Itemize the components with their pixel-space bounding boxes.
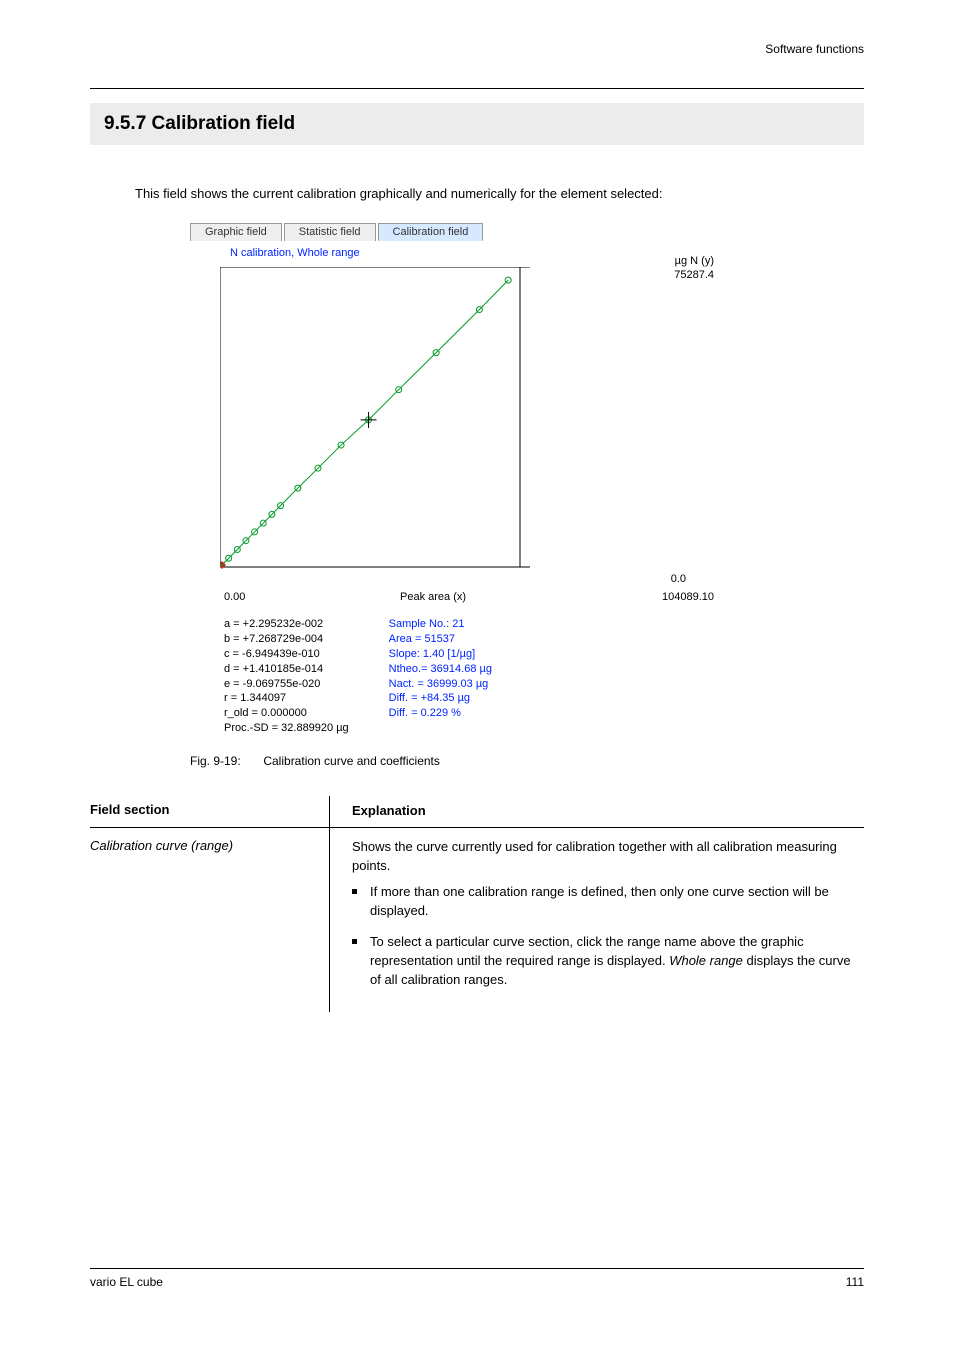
footer-right: 111 — [846, 1275, 864, 1289]
header-rule — [90, 88, 864, 89]
sample-diff-abs: Diff. = +84.35 µg — [389, 691, 492, 706]
sample-diff-pct: Diff. = 0.229 % — [389, 706, 492, 721]
coefficients-block: a = +2.295232e-002 b = +7.268729e-004 c … — [224, 617, 349, 736]
sample-slope: Slope: 1.40 [1/µg] — [389, 647, 492, 662]
table-row: Calibration curve (range) Shows the curv… — [90, 828, 864, 1012]
row-intro: Shows the curve currently used for calib… — [352, 839, 837, 873]
footer-left: vario EL cube — [90, 1275, 163, 1289]
tab-graphic-field[interactable]: Graphic field — [190, 223, 282, 241]
list-item: If more than one calibration range is de… — [352, 883, 852, 921]
x-axis-label: Peak area (x) — [400, 591, 466, 603]
y-axis-max: 75287.4 — [674, 269, 714, 281]
header-right: Software functions — [765, 42, 864, 56]
figure-caption: Fig. 9-19: Calibration curve and coeffic… — [190, 754, 864, 768]
y-axis-min: 0.0 — [671, 573, 686, 585]
list-item: To select a particular curve section, cl… — [352, 933, 852, 990]
sample-no: Sample No.: 21 — [389, 617, 492, 632]
coef-b: b = +7.268729e-004 — [224, 632, 349, 647]
sample-nact: Nact. = 36999.03 µg — [389, 677, 492, 692]
calibration-chart: µg N (y) 75287.4 0.0 0.00 Peak area (x) … — [190, 261, 660, 611]
figure-caption-text: Calibration curve and coefficients — [263, 754, 440, 768]
section-heading: 9.5.7 Calibration field — [90, 103, 864, 145]
coef-r-old: r_old = 0.000000 — [224, 706, 349, 721]
coef-e: e = -9.069755e-020 — [224, 677, 349, 692]
explanation-table: Field section Explanation Calibration cu… — [90, 796, 864, 1012]
figure-number: Fig. 9-19: — [190, 754, 260, 768]
bullet1-text: If more than one calibration range is de… — [370, 884, 829, 918]
table-header-left: Field section — [90, 796, 330, 828]
footer-rule — [90, 1268, 864, 1269]
table-row-right: Shows the curve currently used for calib… — [330, 828, 864, 1012]
x-axis-max: 104089.10 — [662, 591, 714, 603]
sample-area: Area = 51537 — [389, 632, 492, 647]
tabs: Graphic field Statistic field Calibratio… — [190, 223, 660, 241]
intro-text: This field shows the current calibration… — [135, 185, 864, 203]
chart-title: N calibration, Whole range — [230, 247, 660, 259]
chart-svg — [220, 267, 620, 587]
calibration-screenshot: Graphic field Statistic field Calibratio… — [190, 223, 660, 736]
x-axis-min: 0.00 — [224, 591, 245, 603]
table-header-right: Explanation — [330, 796, 864, 828]
bullet2-text-b: Whole range — [669, 953, 743, 968]
sample-ntheo: Ntheo.= 36914.68 µg — [389, 662, 492, 677]
coef-proc-sd: Proc.-SD = 32.889920 µg — [224, 721, 349, 736]
coef-c: c = -6.949439e-010 — [224, 647, 349, 662]
table-header-row: Field section Explanation — [90, 796, 864, 828]
coef-d: d = +1.410185e-014 — [224, 662, 349, 677]
sample-info-block: Sample No.: 21 Area = 51537 Slope: 1.40 … — [389, 617, 492, 736]
coef-r: r = 1.344097 — [224, 691, 349, 706]
y-axis-label: µg N (y) — [675, 255, 714, 267]
coef-a: a = +2.295232e-002 — [224, 617, 349, 632]
tab-calibration-field[interactable]: Calibration field — [378, 223, 484, 241]
tab-statistic-field[interactable]: Statistic field — [284, 223, 376, 241]
table-row-left: Calibration curve (range) — [90, 828, 330, 1012]
